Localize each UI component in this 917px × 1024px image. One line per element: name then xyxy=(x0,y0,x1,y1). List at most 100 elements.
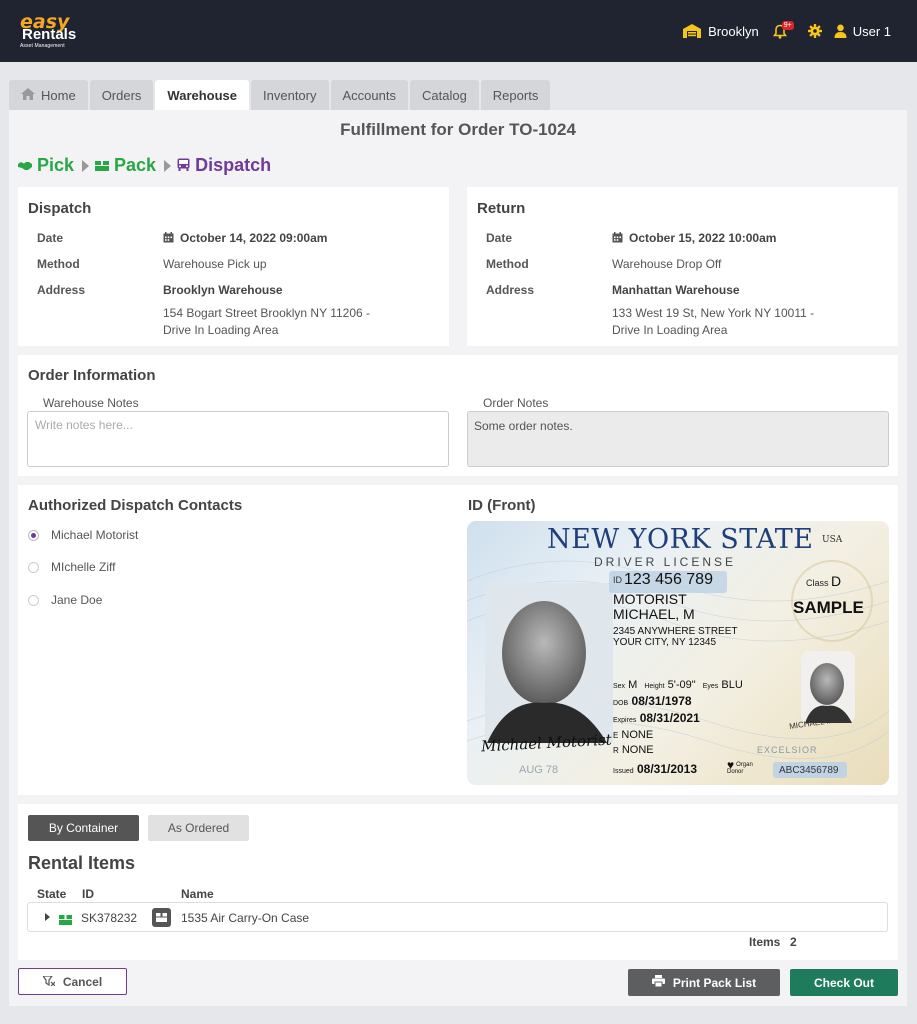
id-issued-row: Issued 08/31/2013 xyxy=(613,762,697,776)
contact-option-0[interactable]: Michael Motorist xyxy=(28,528,138,542)
print-label: Print Pack List xyxy=(672,975,757,990)
container-icon xyxy=(152,908,171,927)
notification-badge: 9+ xyxy=(781,20,794,30)
packed-boxes-icon xyxy=(59,912,72,930)
id-address2: YOUR CITY, NY 12345 xyxy=(613,637,717,648)
tab-label: Home xyxy=(41,87,76,103)
warehouse-icon xyxy=(682,24,702,38)
content-panel: Fulfillment for Order TO-1024 Pick Pack xyxy=(9,110,907,1006)
id-height: 5'-09" xyxy=(667,679,696,691)
step-label: Pack xyxy=(114,155,157,175)
id-ghost-date: AUG 78 xyxy=(519,764,559,776)
id-state: NEW YORK STATE xyxy=(547,524,814,555)
tab-orders[interactable]: Orders xyxy=(89,80,154,110)
by-container-button[interactable]: By Container xyxy=(28,815,139,841)
column-header-id: ID xyxy=(82,887,94,901)
contact-option-1[interactable]: MIchelle Ziff xyxy=(28,560,115,574)
tab-bar: Home Orders Warehouse Inventory Accounts… xyxy=(9,80,551,110)
calendar-icon xyxy=(612,232,623,246)
truck-icon xyxy=(177,155,190,176)
tab-home[interactable]: Home xyxy=(9,80,88,110)
main-area: Home Orders Warehouse Inventory Accounts… xyxy=(9,80,907,1006)
warehouse-notes-label: Warehouse Notes xyxy=(43,396,139,410)
id-card-image: NEW YORK STATE USA DRIVER LICENSE ID 123… xyxy=(467,521,889,785)
id-issued-label: Issued xyxy=(613,768,634,775)
contact-option-2[interactable]: Jane Doe xyxy=(28,593,102,607)
user-icon xyxy=(834,24,847,38)
dispatch-address-name: Brooklyn Warehouse xyxy=(163,283,283,297)
tab-reports[interactable]: Reports xyxy=(480,80,551,110)
printer-icon xyxy=(651,975,665,990)
id-last-name: MOTORIST xyxy=(613,591,687,607)
id-height-label: Height xyxy=(644,683,665,690)
items-count: 2 xyxy=(790,935,797,949)
return-address-line2: Drive In Loading Area xyxy=(612,323,728,337)
return-date-label: Date xyxy=(486,231,513,245)
dispatch-date: October 14, 2022 09:00am xyxy=(163,231,327,246)
print-pack-list-button[interactable]: Print Pack List xyxy=(628,969,780,996)
tab-catalog[interactable]: Catalog xyxy=(409,80,479,110)
tab-inventory[interactable]: Inventory xyxy=(251,80,329,110)
check-out-button[interactable]: Check Out xyxy=(790,969,898,996)
dispatch-panel: Dispatch Date October 14, 2022 09:00am M… xyxy=(18,187,449,346)
id-address1: 2345 ANYWHERE STREET xyxy=(613,626,738,637)
contacts-title: Authorized Dispatch Contacts xyxy=(28,497,243,514)
dispatch-method: Warehouse Pick up xyxy=(163,257,267,271)
id-eyes: BLU xyxy=(721,679,743,691)
table-row[interactable]: SK378232 1535 Air Carry-On Case xyxy=(27,902,888,932)
items-count-label: Items xyxy=(749,935,781,949)
return-title: Return xyxy=(477,200,526,217)
return-address-name: Manhattan Warehouse xyxy=(612,283,740,297)
app-logo[interactable]: easy Rentals Asset Management xyxy=(16,12,76,50)
cancel-label: Cancel xyxy=(62,974,103,989)
contact-name: MIchelle Ziff xyxy=(51,560,116,574)
step-pack[interactable]: Pack xyxy=(95,155,156,176)
expand-caret-icon[interactable] xyxy=(45,913,50,921)
handshake-icon xyxy=(18,155,32,176)
step-dispatch[interactable]: Dispatch xyxy=(177,155,271,176)
tab-label: Accounts xyxy=(342,87,396,103)
as-ordered-button[interactable]: As Ordered xyxy=(148,815,249,841)
location-label: Brooklyn xyxy=(708,23,759,39)
gear-icon xyxy=(807,24,822,38)
id-usa: USA xyxy=(822,535,843,545)
logo-tagline: Asset Management xyxy=(20,43,65,49)
id-sex: M xyxy=(628,679,638,691)
id-first-name: MICHAEL, M xyxy=(613,606,695,622)
notifications-button[interactable]: 9+ xyxy=(772,20,797,39)
radio-icon xyxy=(28,594,39,606)
id-dob-label: DOB xyxy=(613,700,629,707)
id-dob-row: DOB 08/31/1978 xyxy=(613,694,692,708)
top-right-menu: Brooklyn 9+ User 1 xyxy=(682,19,891,43)
settings-button[interactable] xyxy=(807,24,822,38)
id-excelsior: EXCELSIOR xyxy=(757,745,818,755)
return-method: Warehouse Drop Off xyxy=(612,257,722,271)
contact-name: Jane Doe xyxy=(51,593,103,607)
id-eyes-label: Eyes xyxy=(702,683,719,690)
cancel-button[interactable]: Cancel xyxy=(18,968,127,995)
tab-accounts[interactable]: Accounts xyxy=(330,80,408,110)
location-selector[interactable]: Brooklyn xyxy=(682,24,759,39)
dispatch-address-line1: 154 Bogart Street Brooklyn NY 11206 - xyxy=(163,306,371,320)
id-expires-label: Expires xyxy=(613,717,637,724)
warehouse-notes-input[interactable] xyxy=(27,411,449,467)
fulfillment-steps: Pick Pack Dispatch xyxy=(18,155,271,176)
contact-name: Michael Motorist xyxy=(51,528,139,542)
row-name: 1535 Air Carry-On Case xyxy=(181,911,310,925)
id-sample: SAMPLE xyxy=(793,598,864,617)
calendar-icon xyxy=(163,232,174,246)
id-expires-row: Expires 08/31/2021 xyxy=(613,711,700,725)
tab-warehouse[interactable]: Warehouse xyxy=(155,80,250,110)
column-header-state: State xyxy=(37,887,67,901)
user-menu[interactable]: User 1 xyxy=(834,24,891,39)
tab-label: Reports xyxy=(492,87,539,103)
dispatch-date-value: October 14, 2022 09:00am xyxy=(180,231,328,245)
dispatch-date-label: Date xyxy=(37,231,64,245)
dispatch-title: Dispatch xyxy=(28,200,92,217)
tab-label: Catalog xyxy=(421,87,467,103)
boxes-icon xyxy=(95,155,110,176)
step-label: Pick xyxy=(37,155,75,175)
step-pick[interactable]: Pick xyxy=(18,155,74,176)
id-e-value: NONE xyxy=(621,729,654,741)
id-sex-height-eyes: Sex M Height 5'-09" Eyes BLU xyxy=(613,679,743,691)
